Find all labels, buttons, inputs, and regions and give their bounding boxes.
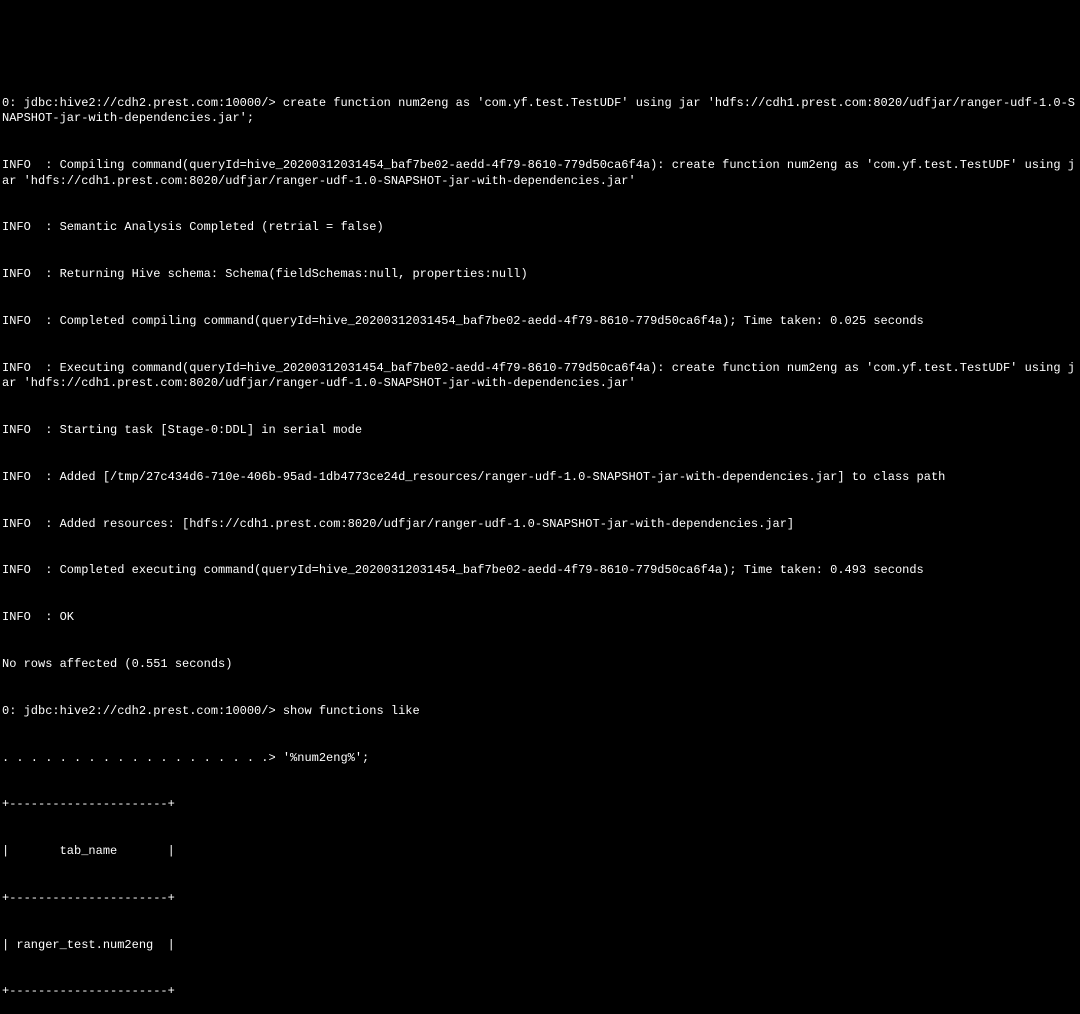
terminal-window[interactable]: 0: jdbc:hive2://cdh2.prest.com:10000/> c… — [2, 64, 1078, 567]
terminal-line: +----------------------+ — [2, 984, 1078, 1000]
terminal-line: INFO : Returning Hive schema: Schema(fie… — [2, 267, 1078, 283]
terminal-line: 0: jdbc:hive2://cdh2.prest.com:10000/> c… — [2, 96, 1078, 127]
terminal-line: No rows affected (0.551 seconds) — [2, 657, 1078, 673]
terminal-line: +----------------------+ — [2, 797, 1078, 813]
terminal-line: INFO : Starting task [Stage-0:DDL] in se… — [2, 423, 1078, 439]
terminal-line: 0: jdbc:hive2://cdh2.prest.com:10000/> s… — [2, 704, 1078, 720]
terminal-line: INFO : Completed compiling command(query… — [2, 314, 1078, 330]
terminal-line: . . . . . . . . . . . . . . . . . . .> '… — [2, 751, 1078, 767]
terminal-line: INFO : Completed executing command(query… — [2, 563, 1078, 579]
terminal-line: INFO : Compiling command(queryId=hive_20… — [2, 158, 1078, 189]
terminal-line: INFO : Added resources: [hdfs://cdh1.pre… — [2, 517, 1078, 533]
terminal-line: INFO : Semantic Analysis Completed (retr… — [2, 220, 1078, 236]
terminal-line: +----------------------+ — [2, 891, 1078, 907]
terminal-line: | tab_name | — [2, 844, 1078, 860]
terminal-line: INFO : Executing command(queryId=hive_20… — [2, 361, 1078, 392]
terminal-line: INFO : OK — [2, 610, 1078, 626]
terminal-line: INFO : Added [/tmp/27c434d6-710e-406b-95… — [2, 470, 1078, 486]
terminal-line: | ranger_test.num2eng | — [2, 938, 1078, 954]
